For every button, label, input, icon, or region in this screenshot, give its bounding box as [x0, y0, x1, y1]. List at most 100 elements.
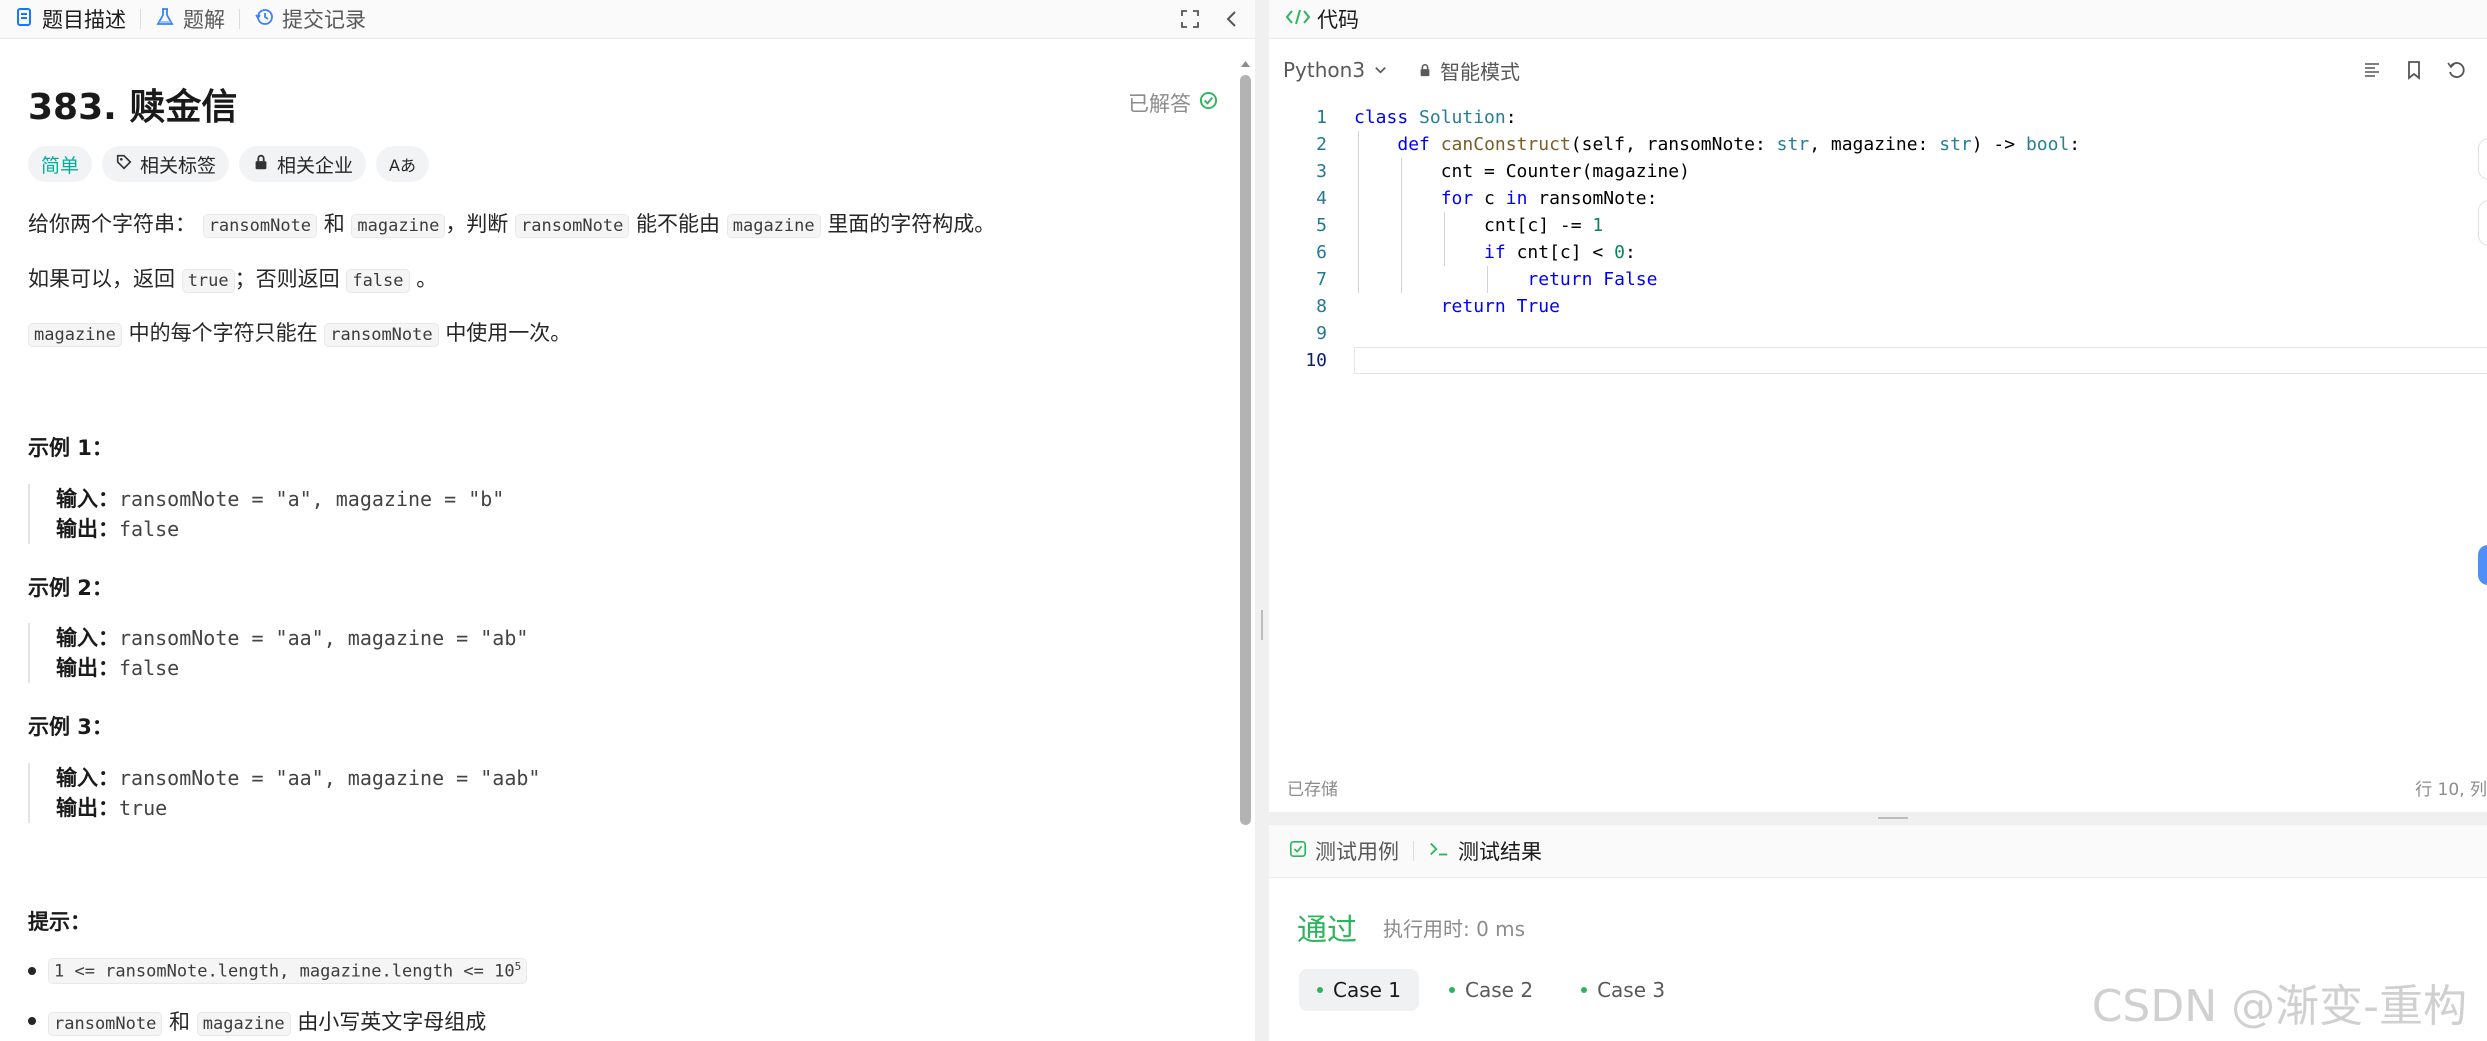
example-1-title: 示例 1：: [28, 436, 113, 460]
inline-code: magazine: [196, 1012, 291, 1036]
lock-icon: [1418, 58, 1432, 82]
line-number: 7: [1316, 269, 1327, 290]
text: 中的每个字符只能在: [128, 321, 318, 345]
hint-item: 1 <= ransomNote.length, magazine.length …: [28, 958, 528, 984]
hint-exponent: 5: [514, 960, 522, 973]
case-label: Case 1: [1333, 978, 1402, 1002]
maximize-icon[interactable]: [1177, 6, 1203, 32]
output-label: 输出：: [56, 517, 119, 541]
tab-testcase-label: 测试用例: [1315, 840, 1399, 864]
related-tags-label: 相关标签: [140, 154, 217, 177]
line-number: 6: [1316, 242, 1327, 263]
line-number: 3: [1316, 161, 1327, 182]
reset-icon[interactable]: [2442, 56, 2470, 84]
tab-test-result[interactable]: 测试结果: [1414, 836, 1556, 866]
left-tab-bar: 题目描述 题解 提交记录: [0, 0, 1255, 39]
pass-dot: [1581, 987, 1588, 993]
text: 和: [169, 1010, 191, 1034]
example-output: false: [119, 656, 180, 680]
case-tab-2[interactable]: Case 2: [1431, 969, 1551, 1011]
tab-solutions[interactable]: 题解: [141, 0, 239, 38]
text: 给你两个字符串：: [28, 212, 196, 236]
problem-title: 383. 赎金信: [28, 87, 238, 128]
inline-code: magazine: [726, 214, 821, 238]
code-editor[interactable]: 1 class Solution: 2 def canConstruct(sel…: [1269, 104, 2487, 764]
example-3-title: 示例 3：: [28, 715, 113, 739]
translate-icon: Aあ: [389, 156, 416, 175]
line-number: 2: [1316, 134, 1327, 155]
inline-code: ransomNote: [202, 214, 318, 238]
inline-code: ransomNote: [48, 1012, 163, 1036]
example-2-block: 输入：ransomNote = "aa", magazine = "ab" 输出…: [28, 623, 528, 683]
example-input: ransomNote = "a", magazine = "b": [119, 487, 505, 511]
side-handle[interactable]: [2478, 138, 2487, 180]
side-handle-active[interactable]: [2478, 545, 2487, 585]
code-line: 1 class Solution:: [1269, 104, 2487, 131]
text: ；否则返回: [234, 267, 340, 291]
difficulty-badge[interactable]: 简单: [28, 146, 93, 182]
tab-description-label: 题目描述: [42, 8, 126, 32]
tab-submissions[interactable]: 提交记录: [240, 0, 380, 38]
scroll-up-arrow-icon[interactable]: [1240, 55, 1251, 67]
bookmark-icon[interactable]: [2400, 56, 2428, 84]
smart-mode-toggle[interactable]: 智能模式: [1418, 56, 1520, 85]
tab-description[interactable]: 题目描述: [0, 0, 140, 38]
splitter-handle[interactable]: [1261, 610, 1263, 640]
collapse-chevron-icon[interactable]: [1219, 6, 1245, 32]
text: 里面的字符构成。: [827, 212, 996, 236]
case-label: Case 2: [1465, 978, 1534, 1002]
inline-code: ransomNote: [324, 323, 439, 347]
inline-code: magazine: [28, 323, 122, 347]
line-number: 8: [1316, 296, 1327, 317]
code-header: 代码: [1269, 0, 2487, 39]
text: 中使用一次。: [445, 321, 572, 345]
example-input: ransomNote = "aa", magazine = "ab": [119, 626, 529, 650]
line-number: 4: [1316, 188, 1327, 209]
horizontal-splitter-handle[interactable]: [1878, 817, 1908, 819]
inline-code: ransomNote: [515, 214, 630, 238]
code-brackets-icon: [1285, 7, 1311, 31]
example-3-block: 输入：ransomNote = "aa", magazine = "aab" 输…: [28, 763, 540, 823]
description-paragraph-2: 如果可以，返回 true ；否则返回 false 。: [28, 263, 437, 293]
chevron-down-icon: [1373, 58, 1388, 82]
line-number: 1: [1316, 107, 1327, 128]
side-handle[interactable]: [2478, 200, 2487, 246]
text: 能不能由: [636, 212, 721, 236]
case-tab-1[interactable]: Case 1: [1299, 969, 1420, 1011]
code-line: 9: [1269, 320, 2487, 347]
text: 如果可以，返回: [28, 267, 175, 291]
language-select[interactable]: Python3: [1283, 58, 1388, 82]
solved-label: 已解答: [1128, 92, 1191, 116]
format-lines-icon[interactable]: [2358, 56, 2386, 84]
input-label: 输入：: [56, 487, 119, 511]
problem-panel: 题目描述 题解 提交记录 383. 赎金信 已解答 简单 相关标签 相关企业 A…: [0, 0, 1255, 1041]
example-output: false: [119, 517, 180, 541]
tab-testcase[interactable]: 测试用例: [1269, 836, 1413, 866]
input-label: 输入：: [56, 766, 119, 790]
case-tab-3[interactable]: Case 3: [1563, 969, 1683, 1011]
code-line: 3 cnt = Counter(magazine): [1269, 158, 2487, 185]
solved-status: 已解答: [1128, 88, 1218, 118]
text: 由小写英文字母组成: [297, 1010, 487, 1034]
translate-button[interactable]: Aあ: [376, 146, 429, 182]
line-number: 5: [1316, 215, 1327, 236]
description-paragraph-3: magazine 中的每个字符只能在 ransomNote 中使用一次。: [28, 317, 571, 347]
code-line: 8 return True: [1269, 293, 2487, 320]
bullet-dot: [28, 1017, 36, 1025]
vertical-splitter[interactable]: [1255, 0, 1269, 1041]
case-label: Case 3: [1597, 978, 1666, 1002]
lock-icon: [252, 153, 270, 176]
code-header-label: 代码: [1317, 8, 1359, 32]
line-number: 10: [1305, 350, 1327, 371]
related-companies-label: 相关企业: [277, 154, 354, 177]
example-output: true: [119, 796, 168, 820]
code-line: 4 for c in ransomNote:: [1269, 185, 2487, 212]
code-panel: 代码 Python3 智能模式 1 class Solution: 2 def …: [1269, 0, 2487, 812]
left-scrollbar[interactable]: [1240, 75, 1251, 825]
related-companies-button[interactable]: 相关企业: [239, 146, 367, 182]
checkbox-icon: [1289, 839, 1307, 863]
pass-dot: [1317, 987, 1323, 993]
check-circle-icon: [1199, 91, 1218, 115]
text: ，判断: [445, 212, 509, 236]
related-tags-button[interactable]: 相关标签: [102, 146, 230, 182]
